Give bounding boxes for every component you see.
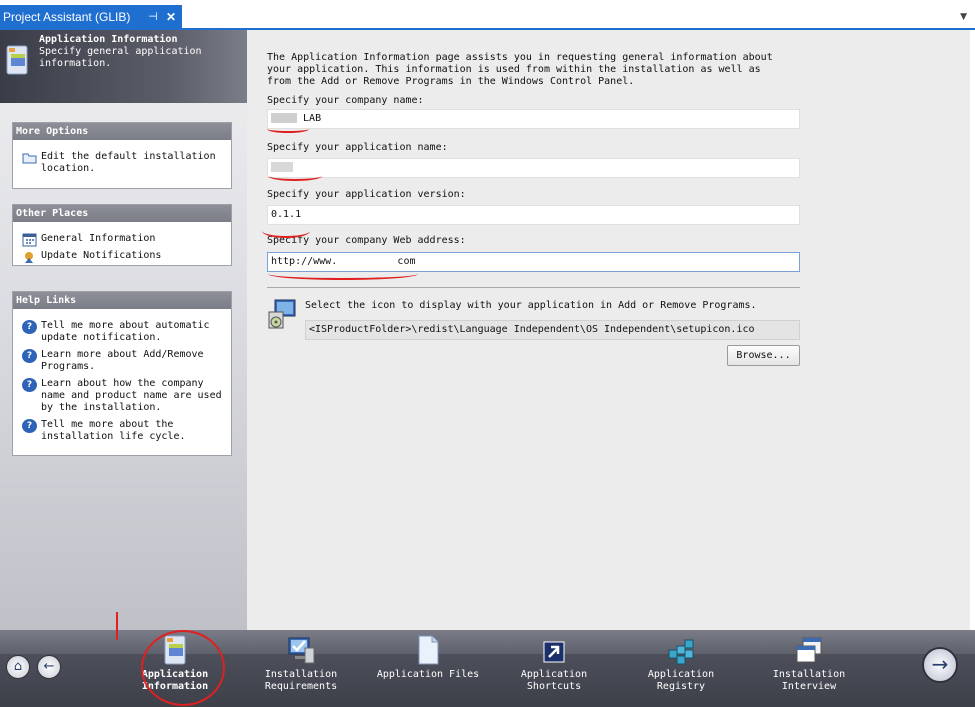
next-button[interactable]: → xyxy=(922,647,958,683)
browse-button[interactable]: Browse... xyxy=(727,345,800,366)
app-name-label: Specify your application name: xyxy=(267,142,448,153)
computer-cd-icon xyxy=(268,299,296,329)
application-info-icon xyxy=(6,45,28,75)
nav-label: Application Shortcuts xyxy=(520,669,588,692)
help-icon: ? xyxy=(22,349,37,363)
nav-label: Installation Interview xyxy=(772,669,846,692)
more-options-header: More Options xyxy=(13,123,231,140)
help-link-add-remove-programs[interactable]: ? Learn more about Add/Remove Programs. xyxy=(13,349,231,373)
more-options-panel: More Options Edit the default installati… xyxy=(12,122,232,189)
tab-title: Project Assistant (GLIB) xyxy=(3,10,131,24)
right-border xyxy=(970,30,975,630)
close-icon[interactable]: ✕ xyxy=(164,5,178,30)
file-icon xyxy=(418,635,439,665)
annotation-underline xyxy=(268,171,322,181)
back-button[interactable]: ← xyxy=(37,655,61,679)
help-link-label: Tell me more about the installation life… xyxy=(41,419,186,442)
help-link-label: Learn about how the company name and pro… xyxy=(41,378,222,413)
option-edit-install-location[interactable]: Edit the default installation location. xyxy=(13,151,231,175)
help-icon: ? xyxy=(22,320,37,334)
redacted-block xyxy=(271,113,297,123)
monitor-check-icon xyxy=(288,637,315,664)
left-pane: Application Information Specify general … xyxy=(0,30,247,630)
registry-cubes-icon xyxy=(668,639,694,665)
nav-application-shortcuts[interactable]: Application Shortcuts xyxy=(499,634,609,693)
nav-application-registry[interactable]: Application Registry xyxy=(626,634,736,693)
shortcut-arrow-icon xyxy=(543,641,565,663)
place-label: Update Notifications xyxy=(41,250,162,261)
page-banner: Application Information Specify general … xyxy=(0,30,247,103)
help-link-install-life-cycle[interactable]: ? Tell me more about the installation li… xyxy=(13,419,231,443)
nav-application-files[interactable]: Application Files xyxy=(373,634,483,681)
dialog-windows-icon xyxy=(796,637,822,663)
option-label: Edit the default installation location. xyxy=(41,151,216,174)
annotation-circle xyxy=(141,630,225,706)
update-icon xyxy=(25,252,33,263)
nav-label: Application Files xyxy=(376,669,480,680)
page-description: Specify general application information. xyxy=(39,46,202,69)
annotation-underline xyxy=(262,224,310,238)
tab-strip: Project Assistant (GLIB) ⊣ ✕ ▼ xyxy=(0,0,975,30)
tab-dropdown-icon[interactable]: ▼ xyxy=(960,12,967,22)
app-name-field[interactable] xyxy=(267,158,800,178)
section-divider xyxy=(267,287,800,288)
place-general-information[interactable]: General Information xyxy=(13,233,231,247)
help-links-panel: Help Links ? Tell me more about automati… xyxy=(12,291,232,456)
help-link-company-product-name[interactable]: ? Learn about how the company name and p… xyxy=(13,378,231,414)
place-label: General Information xyxy=(41,233,156,244)
company-name-value: LAB xyxy=(303,113,322,124)
help-icon: ? xyxy=(22,419,37,433)
nav-label: Installation Requirements xyxy=(264,669,338,692)
nav-installation-interview[interactable]: Installation Interview xyxy=(754,634,864,693)
other-places-header: Other Places xyxy=(13,205,231,222)
other-places-panel: Other Places General Information Update … xyxy=(12,204,232,266)
folder-icon xyxy=(22,153,37,164)
app-version-label: Specify your application version: xyxy=(267,189,466,200)
annotation-tick xyxy=(116,612,118,640)
home-button[interactable]: ⌂ xyxy=(6,655,30,679)
icon-path-field[interactable]: <ISProductFolder>\redist\Language Indepe… xyxy=(305,320,800,340)
help-link-label: Tell me more about automatic update noti… xyxy=(41,320,210,343)
help-link-update-notification[interactable]: ? Tell me more about automatic update no… xyxy=(13,320,231,344)
web-address-value: http://www. com xyxy=(271,256,416,267)
annotation-underline xyxy=(268,268,418,280)
help-link-label: Learn more about Add/Remove Programs. xyxy=(41,349,204,372)
company-name-field[interactable]: LAB xyxy=(267,109,800,129)
company-name-label: Specify your company name: xyxy=(267,95,424,106)
page-title: Application Information xyxy=(39,34,178,45)
nav-installation-requirements[interactable]: Installation Requirements xyxy=(246,634,356,693)
pin-icon[interactable]: ⊣ xyxy=(146,5,160,30)
calendar-grid-icon xyxy=(22,233,37,247)
main-pane: The Application Information page assists… xyxy=(247,30,970,630)
annotation-underline xyxy=(267,125,309,133)
help-links-header: Help Links xyxy=(13,292,231,309)
help-icon: ? xyxy=(22,378,37,392)
nav-label: Application Registry xyxy=(647,669,715,692)
tab-project-assistant[interactable]: Project Assistant (GLIB) ⊣ ✕ xyxy=(0,5,182,30)
icon-caption: Select the icon to display with your app… xyxy=(305,300,757,311)
place-update-notifications[interactable]: Update Notifications xyxy=(13,250,231,263)
app-version-field[interactable]: 0.1.1 xyxy=(267,205,800,225)
intro-text: The Application Information page assists… xyxy=(267,52,773,87)
